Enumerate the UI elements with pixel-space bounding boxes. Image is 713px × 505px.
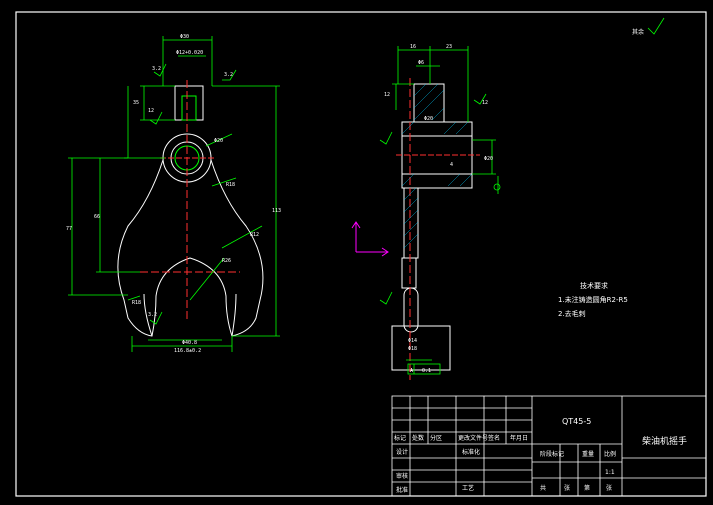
tb-label-change: 更改文件号 (458, 434, 488, 442)
scale-value: 1:1 (605, 469, 615, 476)
dim-side-r1: Φ6 (418, 60, 424, 66)
dim-roughness-b: 3.2 (224, 72, 233, 78)
dim-side-bottom-1: Φ14 (408, 338, 417, 344)
tb-label-zone: 分区 (430, 434, 442, 442)
tb-label-stage: 阶段标记 (540, 450, 564, 458)
tb-label-nth: 第 (584, 484, 590, 492)
dim-side-bottom-2: Φ18 (408, 346, 417, 352)
dim-roughness-c: 3.2 (148, 312, 157, 318)
tb-label-sheets-a: 张 (564, 484, 570, 492)
dim-bottom-1: R18 (132, 300, 141, 306)
tech-requirement-2: 2.去毛刺 (558, 309, 586, 318)
dim-bore: Φ20 (214, 138, 223, 144)
tb-label-count: 处数 (412, 434, 424, 442)
front-dimensions (68, 36, 280, 352)
material-label: QT45-5 (562, 417, 591, 426)
title-block-labels: 标记 处数 分区 更改文件号 签名 年月日 设计 标准化 审核 工艺 批准 阶段… (394, 434, 616, 494)
tb-label-review: 审核 (396, 472, 408, 480)
dim-datum: A (410, 368, 413, 374)
roughness-other-note: 其余 (632, 28, 644, 36)
dim-height-1: 35 (133, 100, 139, 106)
tb-label-date: 年月日 (510, 434, 528, 442)
dim-radius-1: R18 (226, 182, 235, 188)
dim-side-top-1: 16 (410, 44, 416, 50)
dim-side-mid: Φ20 (424, 116, 433, 122)
tb-label-process: 工艺 (462, 484, 474, 492)
tb-label-total: 共 (540, 484, 546, 492)
dim-height-2: 12 (148, 108, 154, 114)
tb-label-sheets-b: 张 (606, 484, 612, 492)
section-hatch (401, 83, 473, 249)
dim-side-angle: 12 (482, 100, 488, 106)
tb-label-sign: 签名 (488, 434, 500, 442)
dim-roughness-a: 3.2 (152, 66, 161, 72)
dim-bottom-2: Φ40.8 (182, 340, 197, 346)
dim-radius-2: R12 (250, 232, 259, 238)
drawing-sheet: Φ30 Φ12+0.020 3.2 3.2 35 12 3.2 77 66 Φ2… (15, 11, 707, 497)
tb-label-design: 设计 (396, 448, 408, 456)
dim-side-d: Φ20 (484, 156, 493, 162)
dimension-labels: Φ30 Φ12+0.020 3.2 3.2 35 12 3.2 77 66 Φ2… (66, 34, 493, 374)
tech-requirements-heading: 技术要求 (580, 281, 608, 290)
dim-overall: 113 (272, 208, 281, 214)
tech-requirement-1: 1.未注铸造圆角R2-R5 (558, 295, 628, 304)
tb-label-scale: 比例 (604, 450, 616, 458)
front-view (117, 80, 264, 337)
tb-label-mark: 标记 (394, 434, 406, 442)
dim-tol-box: 0.1 (422, 368, 431, 374)
dim-side-top-2: 23 (446, 44, 452, 50)
side-dimensions (379, 17, 665, 375)
dim-side-r2: 12 (384, 92, 390, 98)
dim-bottom-3: 116.8±0.2 (174, 348, 201, 354)
part-title: 柴油机摇手 (642, 435, 687, 447)
drawing-border (15, 11, 707, 497)
dim-left-mid: 66 (94, 214, 100, 220)
dim-left-total: 77 (66, 226, 72, 232)
dim-side-lower: 4 (450, 162, 453, 168)
dim-radius-3: R26 (222, 258, 231, 264)
tb-label-standard: 标准化 (462, 448, 480, 456)
ucs-axis-icon (351, 221, 389, 257)
dim-top-width: Φ30 (180, 34, 189, 40)
tb-label-approve: 批准 (396, 486, 408, 494)
tb-label-weight: 重量 (582, 450, 594, 458)
dim-slot: Φ12+0.020 (176, 50, 203, 56)
